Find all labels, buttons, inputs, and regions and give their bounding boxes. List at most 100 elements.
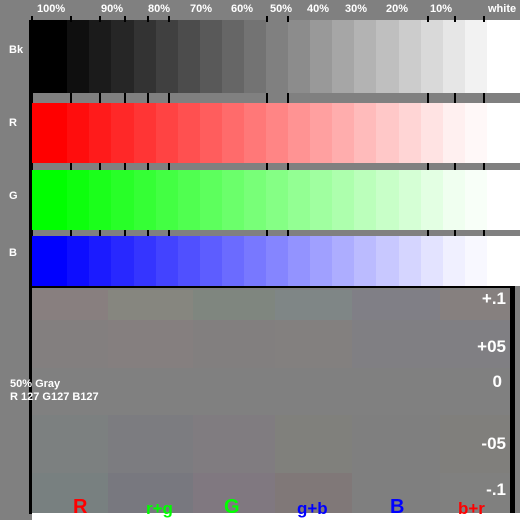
row-label-green: G (9, 190, 18, 202)
density-swatch (133, 20, 156, 93)
gray-balance-patch (32, 290, 108, 320)
density-swatch (486, 103, 520, 163)
density-swatch (111, 103, 134, 163)
density-swatch (376, 170, 399, 230)
density-swatch (420, 236, 443, 286)
density-swatch (155, 170, 178, 230)
density-swatch (221, 170, 244, 230)
black-density-band (32, 20, 520, 93)
tick-mark (168, 16, 170, 22)
gray-balance-patch (108, 290, 193, 320)
density-swatch (442, 20, 465, 93)
density-swatch (464, 103, 487, 163)
density-swatch (266, 236, 289, 286)
channel-label: B (390, 496, 405, 518)
gray-balance-patch (193, 290, 275, 320)
density-swatch (221, 236, 244, 286)
density-swatch (420, 103, 443, 163)
gray-balance-patch (32, 473, 108, 513)
channel-label: G (224, 496, 240, 518)
density-swatch (332, 236, 355, 286)
density-swatch (332, 20, 355, 93)
tick-mark (266, 163, 268, 170)
density-swatch (89, 236, 112, 286)
density-swatch (398, 103, 421, 163)
offset-label-zero: 0 (492, 372, 502, 391)
density-swatch (442, 103, 465, 163)
density-swatch (376, 20, 399, 93)
tick-mark (287, 230, 289, 236)
tick-mark (70, 163, 72, 170)
density-swatch (243, 103, 267, 163)
density-swatch (266, 20, 289, 93)
density-swatch (199, 20, 222, 93)
density-swatch (199, 170, 222, 230)
density-swatch (177, 236, 200, 286)
density-swatch (332, 170, 355, 230)
tick-mark (99, 93, 101, 103)
tick-mark (427, 93, 429, 103)
red-density-band (32, 103, 520, 163)
density-swatch (288, 170, 311, 230)
tick-mark (31, 93, 33, 103)
density-swatch (442, 170, 465, 230)
tick-mark (287, 163, 289, 170)
density-swatch (464, 170, 487, 230)
density-swatch (376, 236, 399, 286)
gray-balance-patch (275, 415, 352, 473)
density-swatch (288, 236, 311, 286)
tick-mark (483, 230, 485, 236)
tick-mark (454, 230, 456, 236)
density-swatch (398, 236, 421, 286)
density-swatch (354, 170, 377, 230)
tick-mark (147, 163, 149, 170)
density-label: 20% (386, 3, 409, 15)
density-swatch (464, 236, 487, 286)
tick-mark (147, 93, 149, 103)
channel-label: r+g (146, 499, 173, 518)
offset-label-plus-1: +.1 (481, 289, 506, 308)
density-swatch (398, 170, 421, 230)
channel-label: b+r (458, 499, 485, 518)
green-density-band (32, 170, 520, 230)
density-label: 60% (231, 3, 254, 15)
density-swatch (221, 103, 244, 163)
density-swatch (133, 103, 156, 163)
blue-density-band (32, 236, 520, 286)
gray-balance-patch (275, 320, 352, 368)
density-swatch (243, 236, 267, 286)
density-swatch (133, 170, 156, 230)
density-swatch (486, 236, 520, 286)
gray-balance-patch (32, 320, 108, 368)
tick-mark (70, 230, 72, 236)
density-swatch (266, 103, 289, 163)
density-swatch (67, 103, 90, 163)
row-label-red: R (9, 117, 17, 129)
density-swatch (177, 103, 200, 163)
density-swatch (199, 236, 222, 286)
tick-mark (147, 230, 149, 236)
density-swatch (155, 103, 178, 163)
bottom-white-strip (32, 513, 520, 520)
offset-label-minus-05: -05 (481, 434, 506, 453)
gray-balance-patch (193, 415, 275, 473)
density-swatch (354, 236, 377, 286)
tick-mark (427, 163, 429, 170)
tick-mark (266, 230, 268, 236)
gray-balance-patch (32, 415, 108, 473)
tick-mark (70, 93, 72, 103)
tick-mark (287, 16, 289, 22)
row-label-black: Bk (9, 44, 24, 56)
density-swatch (111, 170, 134, 230)
density-swatch (67, 170, 90, 230)
tick-mark (124, 16, 126, 22)
tick-mark (287, 93, 289, 103)
tick-mark (124, 93, 126, 103)
density-swatch (376, 103, 399, 163)
gray-balance-patch (108, 320, 193, 368)
density-swatch (155, 20, 178, 93)
density-label: 30% (345, 3, 368, 15)
tick-mark (483, 16, 485, 22)
density-label: 90% (101, 3, 124, 15)
density-swatch (442, 236, 465, 286)
